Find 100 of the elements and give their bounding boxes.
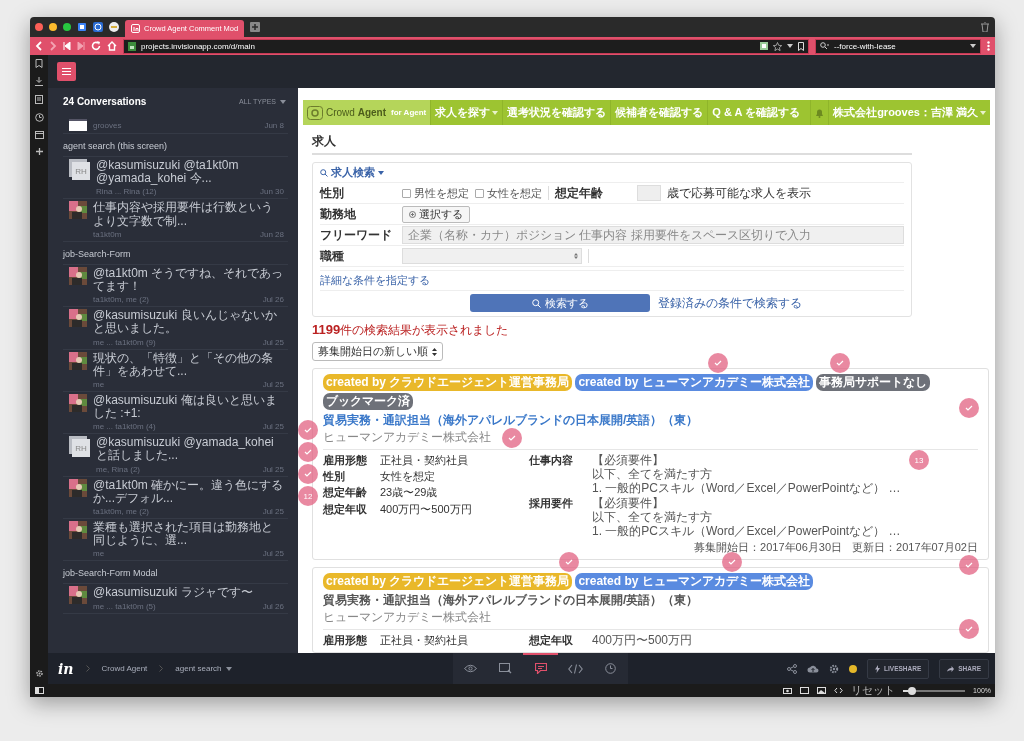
date: Jul 25: [262, 379, 284, 389]
message-text: @kasumisuzuki 俺は良いと思いました :+1:: [93, 393, 278, 421]
avatar-icon: [69, 586, 87, 605]
settings-icon[interactable]: [34, 669, 44, 678]
window-icon[interactable]: [34, 131, 44, 139]
code-icon: [568, 663, 583, 674]
detail-link[interactable]: 詳細な条件を指定する: [320, 274, 430, 286]
image-icon[interactable]: [817, 687, 827, 694]
minimize-icon[interactable]: [49, 23, 57, 31]
close-icon[interactable]: [35, 23, 43, 31]
age-input[interactable]: [637, 185, 661, 201]
field-value: 400万円〜500万円: [380, 502, 472, 516]
check-icon: [304, 471, 312, 477]
face-icon[interactable]: [109, 22, 119, 32]
clock-icon[interactable]: [34, 113, 44, 122]
job-tag: ブックマーク済: [323, 393, 413, 410]
logo-text: in: [58, 660, 74, 677]
date-text: 更新日：2017年07月02日: [852, 539, 978, 555]
star-icon[interactable]: [773, 41, 782, 51]
globe-icon[interactable]: [93, 22, 103, 32]
comment-pin[interactable]: [959, 554, 979, 575]
company-name: ヒューマンアカデミー株式会社: [323, 429, 491, 446]
participants: ta1kt0m: [93, 229, 122, 239]
avatar-icon: [69, 351, 87, 370]
logo-subtitle: for Agent: [391, 108, 427, 117]
message-text: 現状の、「特徴」と「その他の条件」をあわせて...: [93, 351, 274, 378]
menu-button[interactable]: [57, 62, 76, 81]
code-icon[interactable]: [834, 687, 844, 694]
breadcrumb[interactable]: Crowd Agent: [101, 664, 148, 673]
checkbox[interactable]: 女性を想定: [475, 185, 542, 201]
field-label: 想定年収: [323, 502, 367, 516]
home-icon[interactable]: [107, 41, 117, 51]
field-value: 正社員・契約社員: [380, 454, 468, 468]
more-icon[interactable]: [987, 41, 990, 51]
frame-icon[interactable]: [800, 687, 810, 694]
message-text: @ta1kt0m 確かにー。違う色にするか...デフォル...: [93, 478, 284, 505]
comment-pin[interactable]: [559, 551, 580, 572]
message-text: @kasumisuzuki @ta1kt0m @yamada_kohei 今...: [96, 159, 240, 186]
field-value: 【必須要件】: [592, 454, 664, 468]
field-label: 採用要件: [529, 497, 573, 512]
saved-search-link[interactable]: 登録済みの条件で検索する: [658, 294, 802, 312]
sidebar-icon[interactable]: [34, 687, 44, 694]
search-button[interactable]: 検索する: [470, 294, 650, 312]
company-name: ヒューマンアカデミー株式会社: [323, 608, 491, 626]
comment-pin[interactable]: [959, 618, 979, 639]
comment-pin[interactable]: [959, 398, 979, 418]
field-label: 仕事内容: [529, 454, 573, 468]
reset-label[interactable]: リセット: [851, 684, 896, 697]
plus-icon[interactable]: [35, 148, 43, 155]
select-button[interactable]: 選択する: [402, 205, 470, 223]
caret-icon: [280, 99, 286, 104]
cloud-upload-icon[interactable]: [807, 664, 820, 673]
back-icon[interactable]: [35, 41, 43, 51]
chevron-icon: [159, 665, 164, 672]
field-value: 女性を想定: [380, 470, 435, 484]
group-title: job-Search-Form: [63, 241, 288, 265]
new-tab-icon[interactable]: [250, 22, 261, 32]
checkbox[interactable]: 男性を想定: [402, 185, 469, 201]
eye-icon: [464, 664, 477, 673]
result-count: 1199件の検索結果が表示されました: [312, 322, 509, 339]
search-toggle[interactable]: 求人検索: [320, 163, 904, 183]
settings-icon[interactable]: [829, 663, 840, 674]
comment-pin[interactable]: [298, 420, 318, 440]
app-icon[interactable]: [77, 22, 87, 32]
caret-icon: [378, 170, 384, 175]
zoom-icon[interactable]: [63, 23, 71, 31]
trash-icon[interactable]: [981, 22, 989, 32]
bookmark-icon[interactable]: [35, 59, 43, 68]
comment-pin[interactable]: [721, 551, 742, 572]
document-icon[interactable]: [35, 95, 43, 104]
comment-pin[interactable]: [708, 353, 729, 373]
avatar-icon: [69, 393, 87, 412]
comment-pin[interactable]: [298, 442, 318, 462]
comment-pin[interactable]: [502, 428, 522, 448]
sort-select[interactable]: 募集開始日の新しい順: [312, 342, 443, 361]
job-title[interactable]: 貿易実務・通訳担当（海外アパレルブランドの日本展開/英語）（東）: [323, 591, 699, 609]
bookmark-icon[interactable]: [798, 41, 804, 51]
screen-thumbnail-icon: [69, 119, 87, 131]
field-label: 想定年齢: [323, 486, 367, 500]
skip-back-icon[interactable]: [63, 42, 71, 50]
share-nodes-icon[interactable]: [787, 663, 798, 674]
date: Jul 25: [262, 507, 284, 516]
zoom-slider[interactable]: [903, 689, 966, 692]
url-field[interactable]: projects.invisionapp.com/d/main: [123, 38, 809, 54]
date-text: 募集開始日：2017年06月30日: [694, 539, 843, 555]
search-field[interactable]: --force-with-lease: [815, 38, 981, 54]
job-title[interactable]: 貿易実務・通訳担当（海外アパレルブランドの日本展開/英語）（東）: [323, 412, 699, 429]
message-text: 仕事内容や採用要件は行数というより文字数で制...: [93, 201, 274, 228]
job-tag: created by ヒューマンアカデミー株式会社: [575, 374, 813, 391]
clock-icon: [605, 663, 616, 674]
check-icon: [714, 360, 723, 366]
check-icon: [836, 360, 845, 366]
camera-icon[interactable]: [783, 687, 793, 694]
reload-icon[interactable]: [91, 41, 101, 51]
comment-pin[interactable]: [830, 353, 851, 373]
download-icon[interactable]: [35, 77, 43, 86]
caret-icon: [225, 666, 232, 671]
job-tag: created by クラウドエージェント運営事務局: [323, 374, 573, 391]
comment-pin[interactable]: [298, 464, 318, 484]
breadcrumb[interactable]: agent search: [175, 664, 232, 673]
